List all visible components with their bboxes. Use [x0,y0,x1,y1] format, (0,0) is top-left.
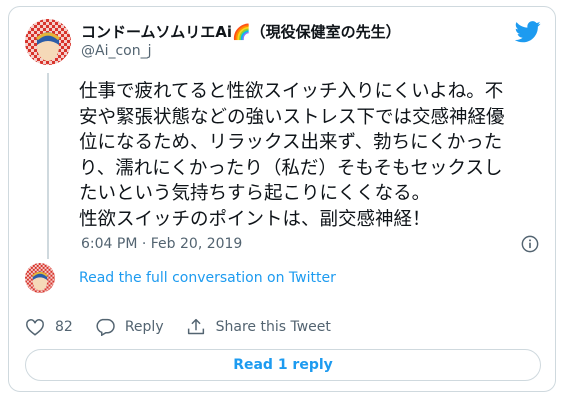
tweet-card: コンドームソムリエAi🌈（現役保健室の先生） @Ai_con_j 仕事で疲れてる… [8,6,556,392]
tweet-text: 仕事で疲れてると性欲スイッチ入りにくいよね。不 安や緊張状態などの強いストレス下… [79,81,505,230]
thread-line [47,73,49,259]
heart-icon [26,319,44,336]
share-icon [187,318,204,335]
author-display-name[interactable]: コンドームソムリエAi🌈（現役保健室の先生） [81,21,401,42]
reply-action[interactable]: Reply [95,318,164,336]
share-label: Share this Tweet [215,319,331,335]
like-count: 82 [55,319,73,335]
tweet-actions: 82 Reply Share this Tweet [25,317,353,337]
reply-label: Reply [124,319,164,335]
tweet-timestamp[interactable]: 6:04 PM · Feb 20, 2019 [81,236,242,252]
read-replies-button[interactable]: Read 1 reply [25,349,541,381]
like-action[interactable]: 82 [25,318,73,336]
reply-icon [96,318,115,336]
author-handle[interactable]: @Ai_con_j [81,43,152,59]
author-avatar[interactable] [25,19,71,65]
read-full-conversation-link[interactable]: Read the full conversation on Twitter [79,270,336,286]
share-action[interactable]: Share this Tweet [186,318,331,336]
info-icon[interactable] [521,235,539,253]
author-avatar-small[interactable] [25,263,55,293]
twitter-bird-icon[interactable] [515,21,541,43]
